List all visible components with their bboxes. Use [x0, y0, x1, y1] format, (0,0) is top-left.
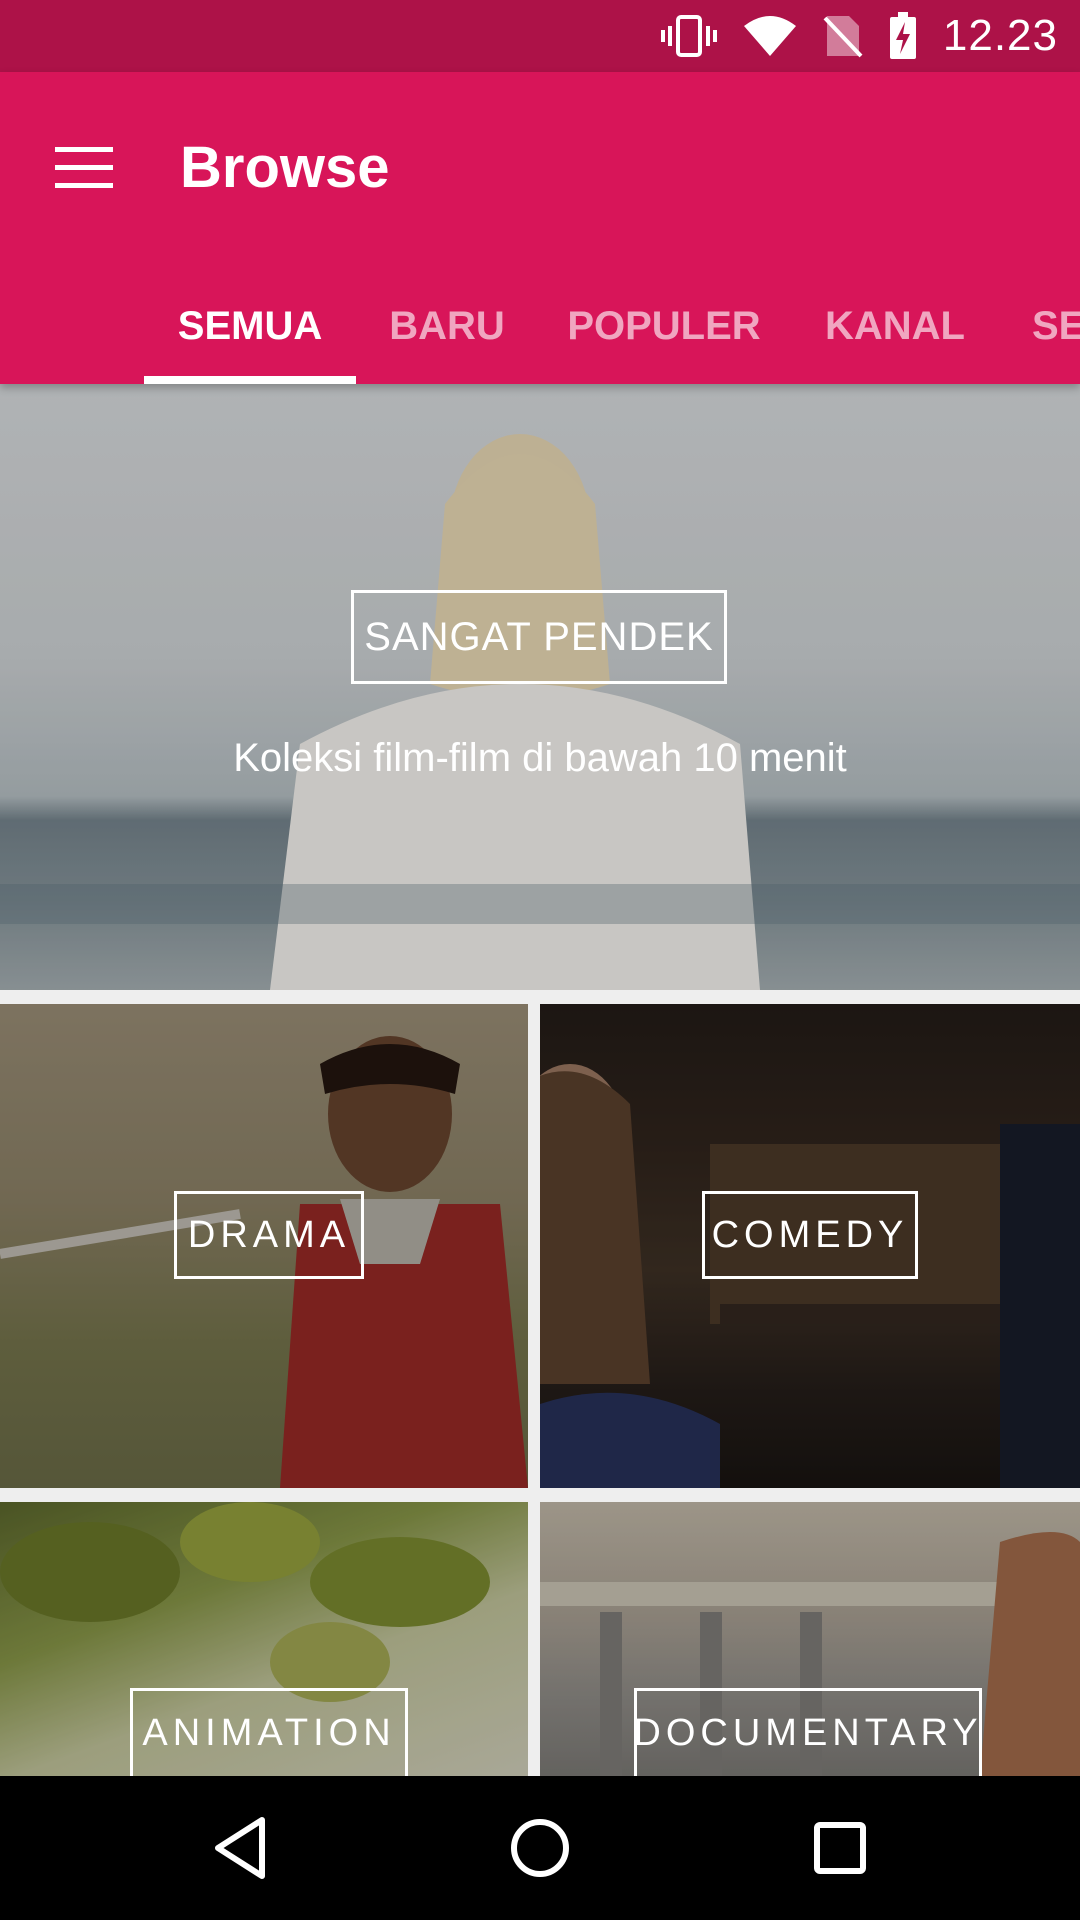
tab-kanal[interactable]: KANAL	[806, 268, 984, 384]
clock: 12.23	[942, 11, 1058, 60]
tab-semua[interactable]: SEMUA	[144, 268, 356, 384]
category-card-documentary[interactable]: DOCUMENTARY	[540, 1502, 1080, 1776]
featured-subtitle: Koleksi film-film di bawah 10 menit	[233, 736, 847, 780]
battery-charging-icon	[889, 12, 917, 60]
vibrate-icon	[660, 14, 717, 58]
status-icons: 12.23	[660, 0, 1058, 72]
tab-label: SE	[1032, 303, 1080, 348]
content-grid: SANGAT PENDEK Koleksi film-film di bawah…	[0, 384, 1080, 1776]
tab-label: KANAL	[825, 303, 965, 348]
category-label-drama: DRAMA	[174, 1191, 364, 1279]
category-card-drama[interactable]: DRAMA	[0, 1004, 528, 1488]
tab-baru[interactable]: BARU	[374, 268, 520, 384]
wifi-icon	[743, 14, 797, 58]
no-sim-icon	[823, 14, 863, 58]
tab-label: POPULER	[567, 303, 761, 348]
category-card-comedy[interactable]: COMEDY	[540, 1004, 1080, 1488]
category-card-animation[interactable]: ANIMATION	[0, 1502, 528, 1776]
status-bar: 12.23	[0, 0, 1080, 72]
tab-populer[interactable]: POPULER	[558, 268, 770, 384]
app-bar: Browse SEMUA BARU POPULER KANAL SE	[0, 72, 1080, 384]
category-label-comedy: COMEDY	[702, 1191, 918, 1279]
menu-icon[interactable]	[40, 124, 128, 212]
tab-partial[interactable]: SE	[1032, 268, 1080, 384]
featured-label: SANGAT PENDEK	[351, 590, 727, 684]
image-overlay	[0, 384, 1080, 990]
home-icon[interactable]	[468, 1776, 612, 1920]
back-icon[interactable]	[168, 1776, 312, 1920]
recents-icon[interactable]	[768, 1776, 912, 1920]
category-label-documentary: DOCUMENTARY	[633, 1688, 982, 1776]
navigation-bar	[0, 1776, 1080, 1920]
tab-label: SEMUA	[177, 303, 323, 348]
tab-bar: SEMUA BARU POPULER KANAL SE	[0, 268, 1080, 384]
featured-card[interactable]: SANGAT PENDEK Koleksi film-film di bawah…	[0, 384, 1080, 990]
screen: 12.23 Browse SEMUA BARU POPULER KANAL SE…	[0, 0, 1080, 1920]
tab-label: BARU	[389, 303, 505, 348]
page-title: Browse	[180, 135, 390, 200]
tab-indicator	[144, 376, 356, 384]
category-label-animation: ANIMATION	[130, 1688, 408, 1776]
